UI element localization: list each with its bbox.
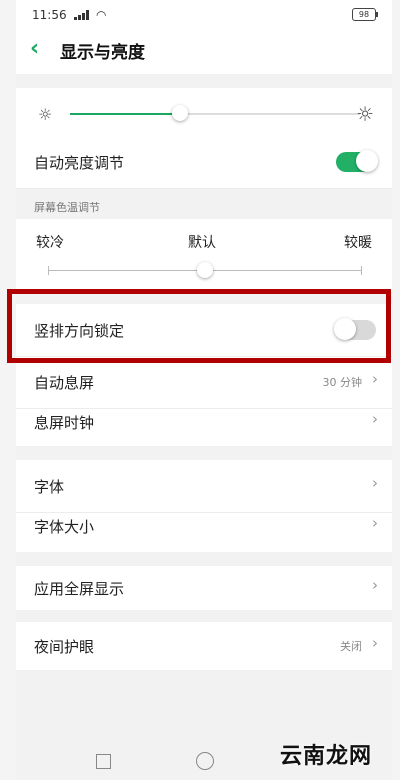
settings-screen: 11:56 ◠ 98 ‹ 显示与亮度 ☼ ☼ 自动亮度调节 屏幕色温调节 较冷 … bbox=[16, 0, 392, 780]
night-mode-label: 夜间护眼 bbox=[34, 638, 95, 656]
brightness-slider-fill bbox=[70, 113, 181, 115]
bottom-filler bbox=[16, 670, 392, 740]
status-time: 11:56 bbox=[32, 8, 67, 22]
page-header: ‹ 显示与亮度 bbox=[16, 30, 392, 70]
auto-brightness-label: 自动亮度调节 bbox=[34, 154, 125, 172]
back-chevron-icon[interactable]: ‹ bbox=[30, 36, 39, 61]
brightness-slider-thumb[interactable] bbox=[172, 105, 189, 121]
sun-small-icon: ☼ bbox=[38, 105, 53, 124]
chevron-right-icon: › bbox=[372, 474, 378, 492]
wifi-icon: ◠ bbox=[96, 8, 107, 22]
battery-icon: 98 bbox=[352, 8, 378, 21]
auto-sleep-value: 30 分钟 bbox=[322, 376, 363, 389]
font-label: 字体 bbox=[34, 478, 65, 496]
left-edge bbox=[0, 0, 16, 780]
auto-brightness-toggle[interactable] bbox=[336, 150, 378, 172]
section-gap bbox=[16, 446, 392, 460]
sleep-clock-label: 息屏时钟 bbox=[34, 414, 95, 432]
highlight-box bbox=[7, 289, 391, 363]
recent-apps-icon[interactable] bbox=[96, 754, 111, 769]
full-screen-label: 应用全屏显示 bbox=[34, 580, 125, 598]
color-temp-cool-label: 较冷 bbox=[36, 235, 64, 251]
signal-icon bbox=[74, 10, 89, 20]
color-temp-default-label: 默认 bbox=[188, 235, 216, 251]
font-size-label: 字体大小 bbox=[34, 518, 95, 536]
chevron-right-icon: › bbox=[372, 634, 378, 652]
auto-sleep-label: 自动息屏 bbox=[34, 374, 95, 392]
section-gap bbox=[16, 74, 392, 88]
right-edge bbox=[392, 0, 400, 780]
chevron-right-icon: › bbox=[372, 514, 378, 532]
sun-large-icon: ☼ bbox=[356, 102, 374, 126]
status-bar: 11:56 ◠ 98 bbox=[16, 0, 392, 30]
color-temp-slider[interactable] bbox=[48, 262, 362, 278]
toggle-knob bbox=[356, 150, 378, 172]
page-title: 显示与亮度 bbox=[60, 43, 145, 63]
brightness-slider[interactable] bbox=[70, 105, 360, 121]
chevron-right-icon: › bbox=[372, 576, 378, 594]
full-screen-row[interactable]: 应用全屏显示 › bbox=[16, 562, 392, 614]
night-mode-row[interactable]: 夜间护眼 关闭 › bbox=[16, 620, 392, 672]
color-temp-warm-label: 较暖 bbox=[344, 235, 372, 251]
auto-brightness-row[interactable]: 自动亮度调节 bbox=[16, 136, 392, 189]
chevron-right-icon: › bbox=[372, 410, 378, 428]
color-temp-slider-thumb[interactable] bbox=[197, 262, 213, 278]
night-mode-value: 关闭 bbox=[340, 640, 362, 653]
watermark: 云南龙网 bbox=[279, 744, 372, 769]
color-temp-labels: 较冷 默认 较暖 bbox=[16, 232, 392, 254]
home-icon[interactable] bbox=[196, 752, 214, 770]
sleep-clock-row[interactable]: 息屏时钟 › bbox=[16, 396, 392, 448]
brightness-slider-row: ☼ ☼ bbox=[16, 90, 392, 136]
color-temp-section-label: 屏幕色温调节 bbox=[34, 201, 100, 214]
font-size-row[interactable]: 字体大小 › bbox=[16, 500, 392, 552]
chevron-right-icon: › bbox=[372, 370, 378, 388]
